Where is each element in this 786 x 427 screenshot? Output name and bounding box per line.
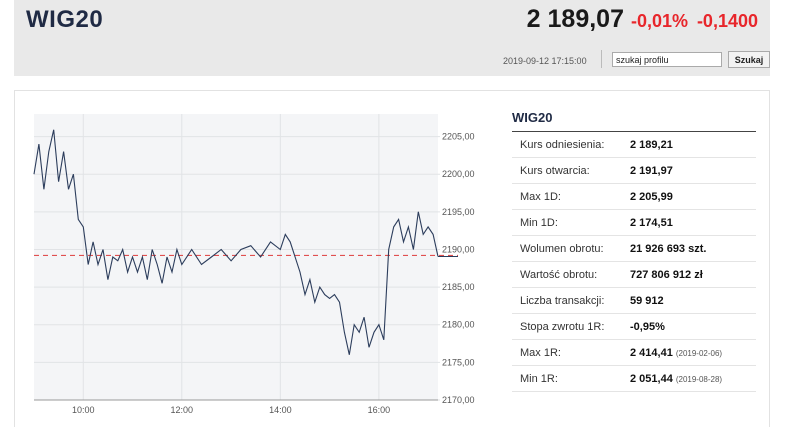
stats-label: Wartość obrotu: bbox=[520, 269, 598, 281]
stats-row: Wolumen obrotu: 21 926 693 szt. bbox=[512, 236, 756, 262]
stats-value-text: 2 189,21 bbox=[630, 139, 673, 151]
stats-row: Min 1D: 2 174,51 bbox=[512, 210, 756, 236]
stats-value: 2 414,41 (2019-02-06) bbox=[630, 340, 722, 365]
stats-value-text: 21 926 693 szt. bbox=[630, 243, 707, 255]
stats-row: Stopa zwrotu 1R: -0,95% bbox=[512, 314, 756, 340]
stats-rows: Kurs odniesienia: 2 189,21 Kurs otwarcia: 2… bbox=[512, 132, 756, 392]
stats-value: 2 189,21 bbox=[630, 132, 673, 157]
stats-row: Max 1R: 2 414,41 (2019-02-06) bbox=[512, 340, 756, 366]
stats-value-text: -0,95% bbox=[630, 321, 665, 333]
stats-value-text: 2 191,97 bbox=[630, 165, 673, 177]
search-input[interactable] bbox=[612, 52, 722, 67]
stats-value: 2 191,97 bbox=[630, 158, 673, 183]
stats-value-text: 2 174,51 bbox=[630, 217, 673, 229]
index-title: WIG20 bbox=[26, 6, 104, 33]
index-price: 2 189,07 bbox=[526, 5, 624, 33]
stats-value: -0,95% bbox=[630, 314, 665, 339]
stats-value: 21 926 693 szt. bbox=[630, 236, 706, 261]
stats-value-text: 2 051,44 bbox=[630, 373, 673, 385]
stats-label: Stopa zwrotu 1R: bbox=[520, 321, 605, 333]
stats-label: Wolumen obrotu: bbox=[520, 243, 604, 255]
stats-row: Min 1R: 2 051,44 (2019-08-28) bbox=[512, 366, 756, 392]
search-button[interactable]: Szukaj bbox=[728, 51, 770, 68]
quote-header: WIG20 2 189,07 -0,01% -0,1400 2019-09-12… bbox=[14, 0, 770, 76]
stats-row: Kurs odniesienia: 2 189,21 bbox=[512, 132, 756, 158]
stats-value-text: 59 912 bbox=[630, 295, 664, 307]
stats-value-text: 727 806 912 zł bbox=[630, 269, 703, 281]
stats-value: 727 806 912 zł bbox=[630, 262, 703, 287]
header-divider bbox=[601, 50, 602, 68]
stats-label: Max 1D: bbox=[520, 191, 561, 203]
stats-value: 2 174,51 bbox=[630, 210, 673, 235]
stats-row: Kurs otwarcia: 2 191,97 bbox=[512, 158, 756, 184]
stats-title: WIG20 bbox=[512, 108, 756, 132]
stats-label: Min 1D: bbox=[520, 217, 558, 229]
stats-row: Liczba transakcji: 59 912 bbox=[512, 288, 756, 314]
change-absolute: -0,1400 bbox=[696, 11, 758, 31]
stats-date: (2019-08-28) bbox=[675, 375, 723, 384]
stats-label: Max 1R: bbox=[520, 347, 561, 359]
stats-row: Wartość obrotu: 727 806 912 zł bbox=[512, 262, 756, 288]
stats-value-text: 2 205,99 bbox=[630, 191, 673, 203]
stats-label: Liczba transakcji: bbox=[520, 295, 605, 307]
stats-label: Kurs odniesienia: bbox=[520, 139, 605, 151]
stats-value: 59 912 bbox=[630, 288, 664, 313]
change-percent: -0,01% bbox=[630, 11, 688, 31]
quote-datetime: 2019-09-12 17:15:00 bbox=[503, 56, 587, 66]
stats-value-text: 2 414,41 bbox=[630, 347, 673, 359]
stats-label: Min 1R: bbox=[520, 373, 558, 385]
stats-table: WIG20 Kurs odniesienia: 2 189,21 Kurs otwa… bbox=[512, 108, 756, 392]
stats-date: (2019-02-06) bbox=[675, 349, 723, 358]
stats-value: 2 205,99 bbox=[630, 184, 673, 209]
stats-row: Max 1D: 2 205,99 bbox=[512, 184, 756, 210]
stats-value: 2 051,44 (2019-08-28) bbox=[630, 366, 722, 391]
stats-label: Kurs otwarcia: bbox=[520, 165, 590, 177]
